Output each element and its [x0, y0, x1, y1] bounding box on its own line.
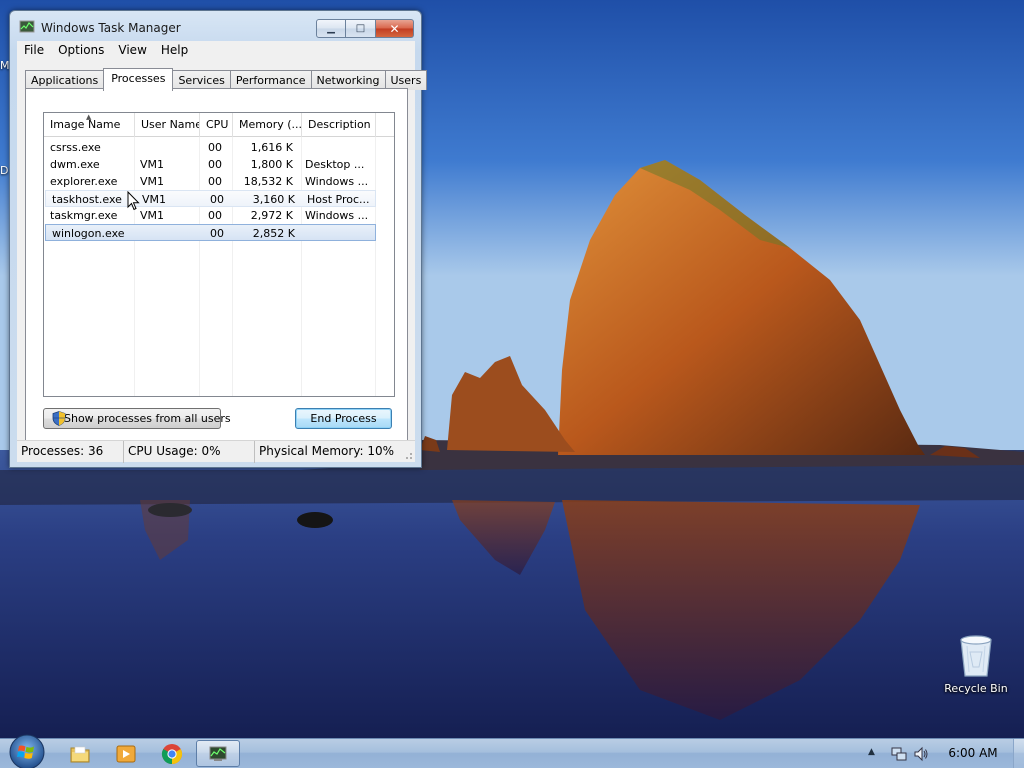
- tab-strip: Applications Processes Services Performa…: [25, 68, 428, 91]
- process-rows: csrss.exe 00 1,616 K dwm.exe VM1 00 1,800 K Des…: [44, 139, 394, 241]
- process-description: Desktop ...: [305, 158, 365, 171]
- process-cpu: 00: [210, 193, 224, 206]
- process-memory: 2,972 K: [250, 209, 293, 222]
- process-description: Windows ...: [305, 175, 369, 188]
- tab-processes[interactable]: Processes: [103, 68, 174, 91]
- column-label: CPU: [206, 118, 229, 131]
- process-user-name: VM1: [140, 158, 165, 171]
- process-user-name: VM1: [140, 209, 165, 222]
- windows-explorer-icon: [70, 746, 90, 762]
- column-label: Description: [308, 118, 371, 131]
- end-process-button[interactable]: End Process: [295, 408, 392, 429]
- resize-grip-icon[interactable]: [403, 450, 413, 460]
- process-memory: 3,160 K: [252, 193, 295, 206]
- menu-help[interactable]: Help: [154, 41, 195, 60]
- process-image-name: winlogon.exe: [52, 227, 125, 240]
- process-row[interactable]: taskmgr.exe VM1 00 2,972 K Windows ...: [44, 207, 394, 224]
- process-row[interactable]: explorer.exe VM1 00 18,532 K Windows ...: [44, 173, 394, 190]
- process-row[interactable]: winlogon.exe 00 2,852 K: [45, 224, 376, 241]
- process-row[interactable]: taskhost.exe VM1 00 3,160 K Host Proc...: [45, 190, 376, 207]
- process-cpu: 00: [208, 141, 222, 154]
- column-memory[interactable]: Memory (...: [233, 113, 302, 137]
- process-cpu: 00: [208, 175, 222, 188]
- show-desktop-button[interactable]: [1013, 739, 1024, 768]
- process-description: Windows ...: [305, 209, 369, 222]
- tab-users[interactable]: Users: [384, 70, 428, 90]
- column-description[interactable]: Description: [302, 113, 376, 137]
- recycle-bin-label: Recycle Bin: [944, 682, 1008, 695]
- column-user-name[interactable]: User Name: [135, 113, 200, 137]
- close-button[interactable]: ✕: [376, 19, 414, 38]
- media-player-icon: [116, 745, 136, 762]
- task-manager-icon: [19, 20, 35, 33]
- taskbar-explorer[interactable]: [58, 740, 102, 767]
- column-label: User Name: [141, 118, 200, 131]
- system-clock[interactable]: 6:00 AM: [943, 739, 1003, 768]
- process-cpu: 00: [208, 158, 222, 171]
- sort-ascending-icon: ▲: [86, 113, 92, 121]
- taskbar: ▲ 6:00 AM: [0, 734, 1024, 768]
- minimize-button[interactable]: ▁: [316, 19, 346, 38]
- process-memory: 2,852 K: [252, 227, 295, 240]
- taskbar-media-player[interactable]: [104, 740, 148, 767]
- task-manager-window[interactable]: Windows Task Manager ▁ □ ✕ File Options …: [9, 10, 428, 468]
- chrome-icon: [161, 743, 183, 764]
- process-memory: 1,616 K: [250, 141, 293, 154]
- process-list-header: ▲ Image Name User Name CPU Memory (... D…: [44, 113, 394, 137]
- tab-applications[interactable]: Applications: [25, 70, 105, 90]
- tab-performance[interactable]: Performance: [229, 70, 312, 90]
- process-memory: 18,532 K: [243, 175, 293, 188]
- taskbar-task-manager[interactable]: [196, 740, 240, 767]
- title-bar[interactable]: Windows Task Manager ▁ □ ✕: [10, 11, 421, 41]
- process-user-name: VM1: [142, 193, 167, 206]
- process-description: [301, 225, 373, 240]
- process-user-name: VM1: [140, 175, 165, 188]
- process-user-name: [134, 139, 199, 156]
- processes-panel: ▲ Image Name User Name CPU Memory (... D…: [25, 88, 408, 442]
- maximize-button[interactable]: □: [346, 19, 376, 38]
- process-cpu: 00: [210, 227, 224, 240]
- process-memory: 1,800 K: [250, 158, 293, 171]
- recycle-bin-shortcut[interactable]: Recycle Bin: [940, 634, 1012, 708]
- network-icon[interactable]: [891, 746, 907, 762]
- process-image-name: dwm.exe: [50, 158, 100, 171]
- menu-file[interactable]: File: [17, 41, 51, 60]
- status-process-count: Processes: 36: [17, 441, 124, 463]
- volume-icon[interactable]: [913, 746, 929, 762]
- status-physical-memory: Physical Memory: 10%: [259, 444, 395, 458]
- status-bar: Processes: 36 CPU Usage: 0% Physical Mem…: [17, 440, 415, 463]
- process-image-name: taskhost.exe: [52, 193, 122, 206]
- menu-bar: File Options View Help: [17, 41, 415, 60]
- tab-networking[interactable]: Networking: [310, 70, 386, 90]
- menu-options[interactable]: Options: [51, 41, 111, 60]
- window-title: Windows Task Manager: [41, 21, 181, 35]
- button-label: Show processes from all users: [64, 412, 231, 425]
- start-button[interactable]: [8, 733, 46, 768]
- process-image-name: explorer.exe: [50, 175, 118, 188]
- process-description: Host Proc...: [307, 193, 370, 206]
- menu-view[interactable]: View: [111, 41, 153, 60]
- uac-shield-icon: [52, 411, 66, 426]
- process-list[interactable]: ▲ Image Name User Name CPU Memory (... D…: [43, 112, 395, 397]
- process-row[interactable]: csrss.exe 00 1,616 K: [44, 139, 394, 156]
- status-cpu-usage: CPU Usage: 0%: [124, 441, 255, 463]
- process-image-name: taskmgr.exe: [50, 209, 118, 222]
- recycle-bin-icon: [960, 635, 992, 677]
- tab-services[interactable]: Services: [172, 70, 231, 90]
- show-all-processes-button[interactable]: Show processes from all users: [43, 408, 231, 429]
- taskbar-chrome[interactable]: [150, 740, 194, 767]
- window-body: Applications Processes Services Performa…: [17, 60, 428, 462]
- task-manager-icon: [209, 746, 227, 761]
- process-description: [299, 139, 371, 156]
- column-image-name[interactable]: ▲ Image Name: [44, 113, 135, 137]
- show-hidden-icons-button[interactable]: ▲: [868, 747, 875, 757]
- column-cpu[interactable]: CPU: [200, 113, 233, 137]
- process-row[interactable]: dwm.exe VM1 00 1,800 K Desktop ...: [44, 156, 394, 173]
- process-cpu: 00: [208, 209, 222, 222]
- mouse-cursor-icon: [127, 191, 140, 211]
- process-user-name: [136, 225, 201, 240]
- process-image-name: csrss.exe: [50, 141, 101, 154]
- column-label: Memory (...: [239, 118, 302, 131]
